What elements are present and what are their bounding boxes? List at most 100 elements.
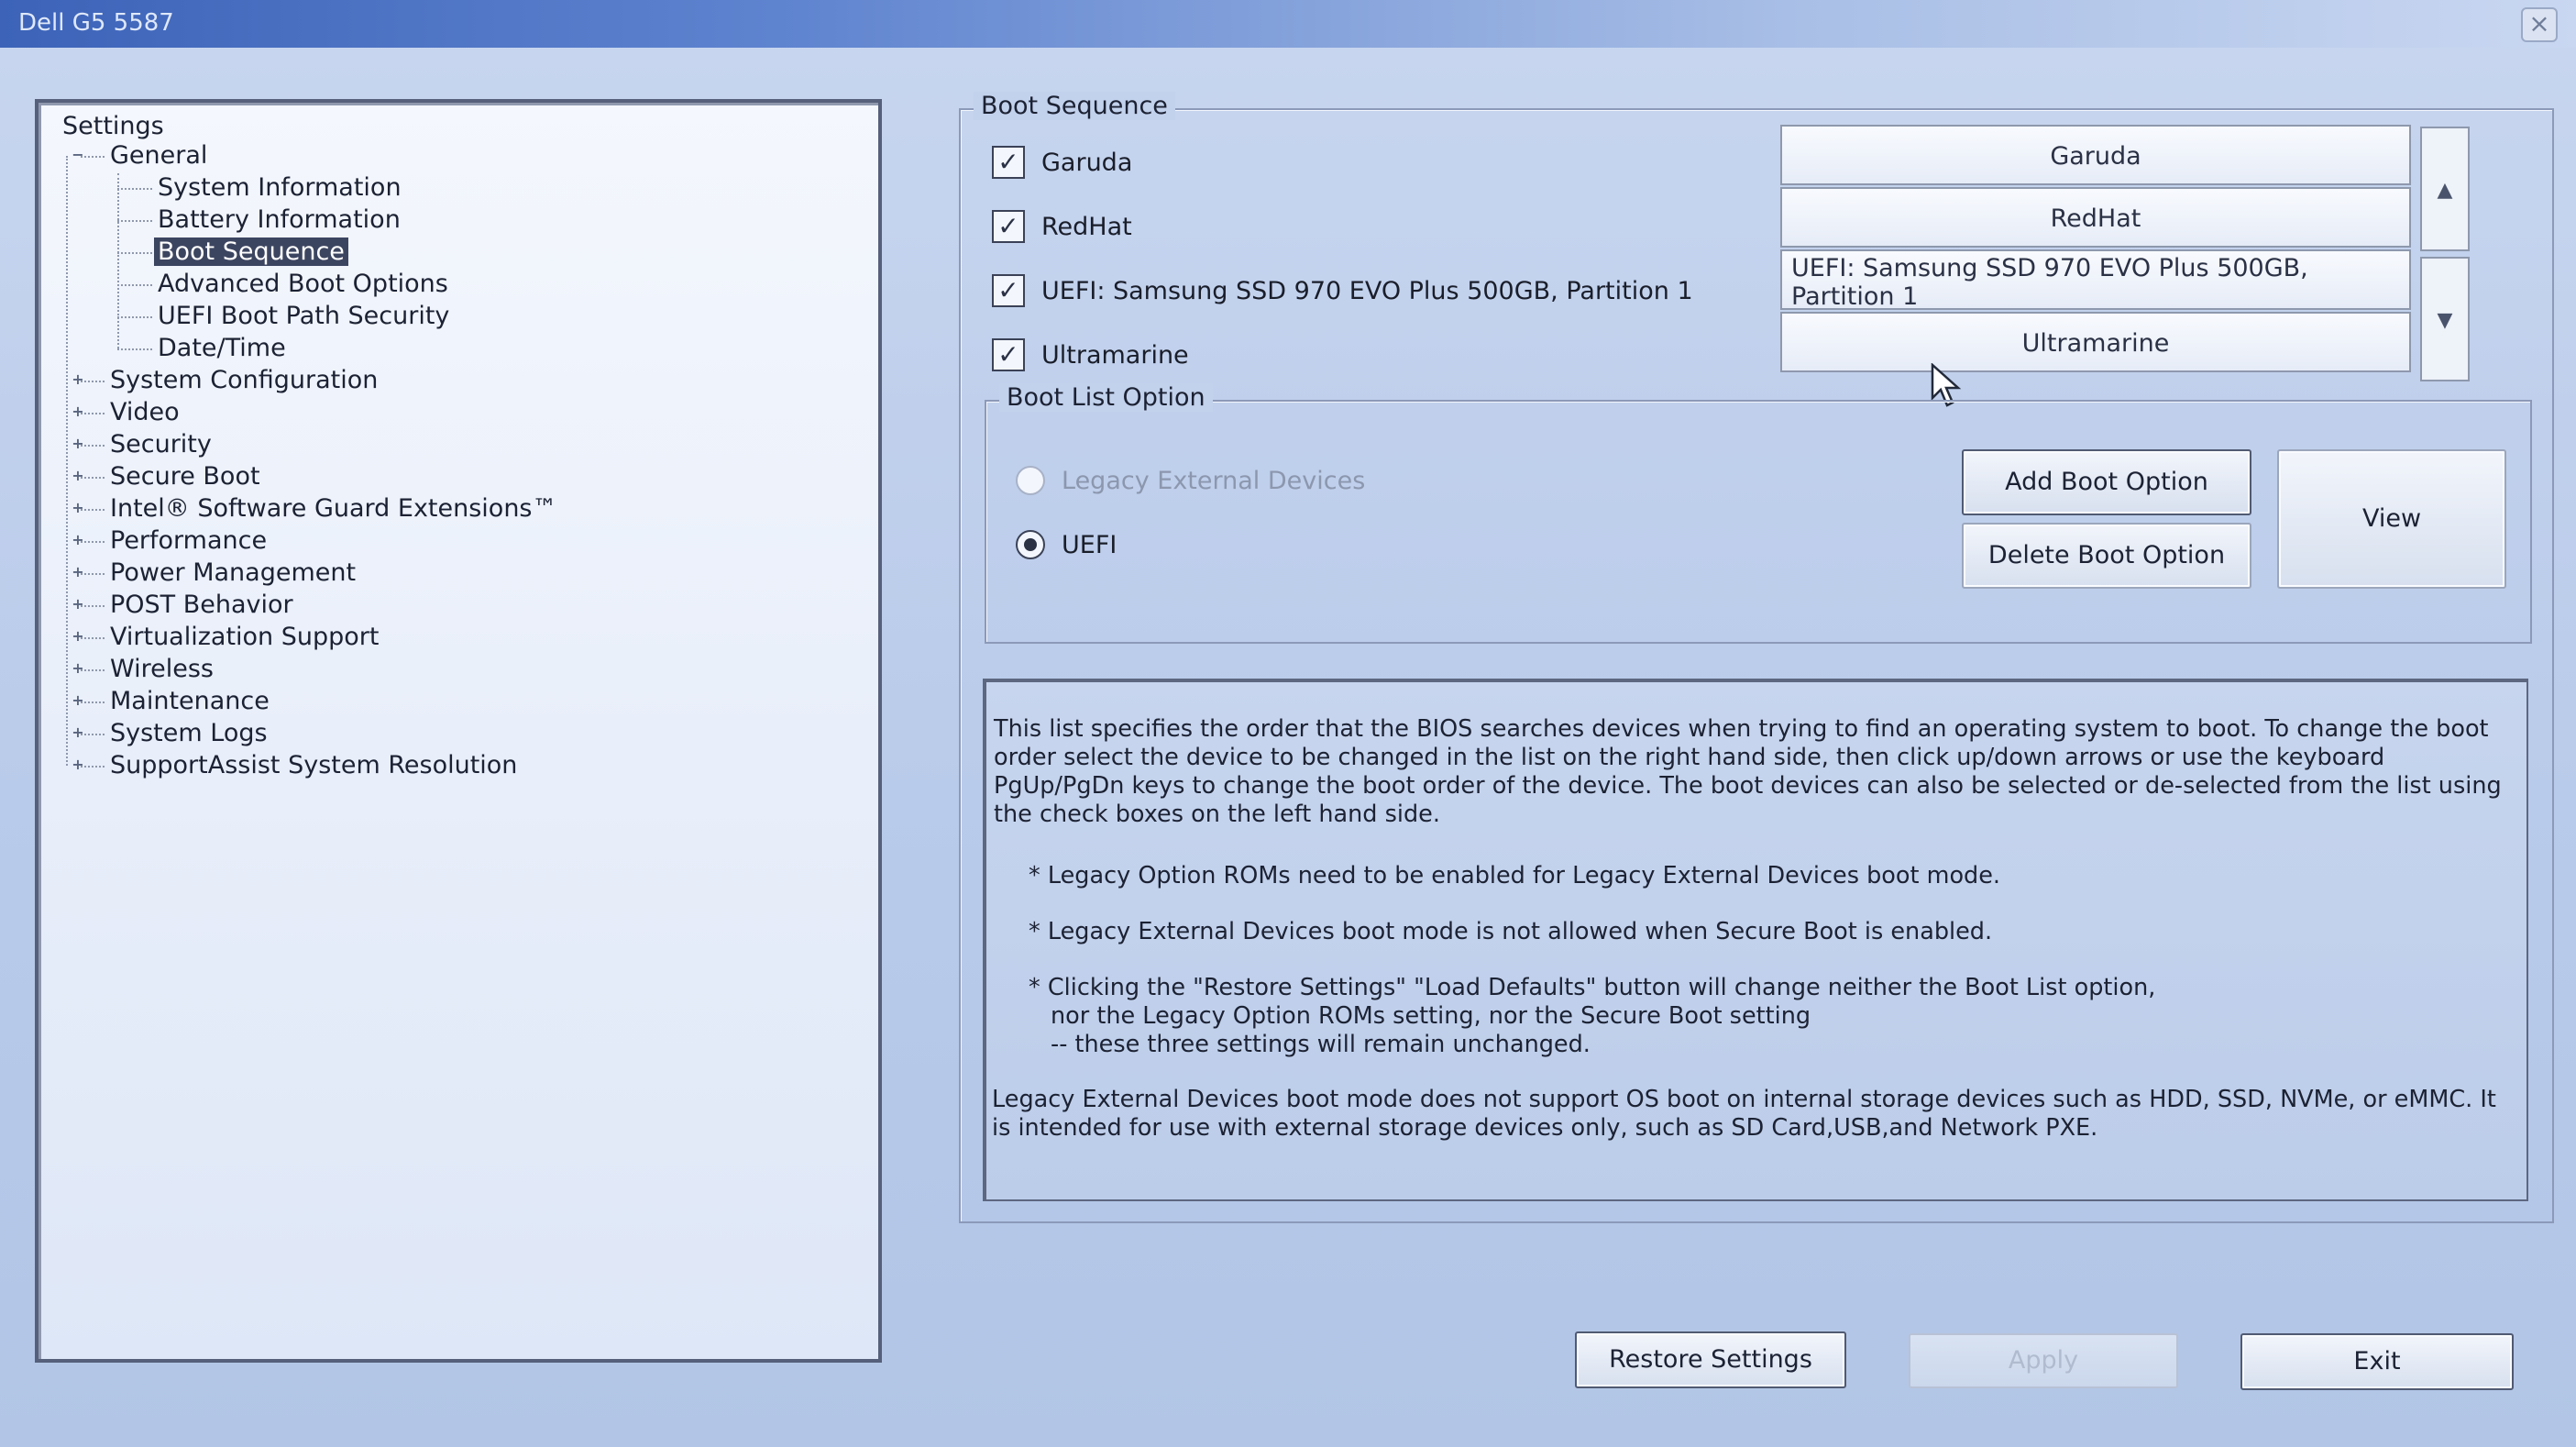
boot-order-item-label: Ultramarine bbox=[2021, 329, 2170, 358]
collapse-icon[interactable]: − bbox=[72, 148, 84, 162]
expand-icon[interactable]: + bbox=[72, 501, 84, 515]
help-description: This list specifies the order that the B… bbox=[983, 679, 2528, 1201]
boot-device-row[interactable]: ✓ RedHat bbox=[992, 209, 1132, 246]
expand-icon[interactable]: + bbox=[72, 404, 84, 419]
tree-connector bbox=[117, 220, 152, 222]
expand-icon[interactable]: + bbox=[72, 661, 84, 676]
tree-connector bbox=[81, 573, 105, 575]
check-icon: ✓ bbox=[997, 338, 1019, 370]
expand-icon[interactable]: + bbox=[72, 436, 84, 451]
boot-device-label: UEFI: Samsung SSD 970 EVO Plus 500GB, Pa… bbox=[1041, 277, 1693, 305]
boot-device-row[interactable]: ✓ Ultramarine bbox=[992, 337, 1189, 374]
tree-connector bbox=[117, 316, 152, 318]
tree-guide bbox=[117, 173, 119, 348]
tree-guide bbox=[66, 156, 68, 766]
tree-item-label: Security bbox=[110, 430, 212, 458]
exit-button[interactable]: Exit bbox=[2240, 1333, 2514, 1390]
boot-device-row[interactable]: ✓ Garuda bbox=[992, 145, 1132, 182]
move-down-button[interactable]: ▼ bbox=[2420, 257, 2470, 381]
tree-item-label: Advanced Boot Options bbox=[158, 270, 448, 298]
radio-button[interactable] bbox=[1016, 465, 1045, 495]
check-icon: ✓ bbox=[997, 210, 1019, 241]
boot-device-checkbox[interactable]: ✓ bbox=[992, 209, 1025, 243]
expand-icon[interactable]: + bbox=[72, 693, 84, 708]
expand-icon[interactable]: + bbox=[72, 629, 84, 644]
boot-device-row[interactable]: ✓ UEFI: Samsung SSD 970 EVO Plus 500GB, P… bbox=[992, 273, 1693, 310]
tree-item-battery-information[interactable]: Battery Information bbox=[158, 205, 401, 235]
tree-item-maintenance[interactable]: + Maintenance bbox=[72, 687, 270, 716]
boot-device-checkbox[interactable]: ✓ bbox=[992, 145, 1025, 179]
tree-item-system-configuration[interactable]: + System Configuration bbox=[72, 366, 379, 395]
apply-button[interactable]: Apply bbox=[1909, 1333, 2178, 1388]
tree-item-label: Power Management bbox=[110, 558, 357, 587]
boot-order-item[interactable]: Ultramarine bbox=[1780, 312, 2411, 372]
expand-icon[interactable]: + bbox=[72, 469, 84, 483]
radio-legacy-external-devices[interactable]: Legacy External Devices bbox=[1016, 463, 1365, 500]
tree-item-post-behavior[interactable]: + POST Behavior bbox=[72, 591, 293, 620]
boot-order-item-label: RedHat bbox=[2050, 204, 2141, 233]
tree-item-label: Video bbox=[110, 398, 180, 426]
tree-connector bbox=[81, 701, 105, 703]
tree-item-uefi-boot-path-security[interactable]: UEFI Boot Path Security bbox=[158, 302, 449, 331]
chevron-down-icon: ▼ bbox=[2437, 309, 2453, 332]
radio-button[interactable] bbox=[1016, 529, 1045, 559]
boot-device-checkbox[interactable]: ✓ bbox=[992, 337, 1025, 371]
chevron-up-icon: ▲ bbox=[2437, 179, 2453, 202]
tree-item-label: Maintenance bbox=[110, 687, 270, 715]
expand-icon[interactable]: + bbox=[72, 725, 84, 740]
tree-item-label: System Information bbox=[158, 173, 402, 202]
tree-item-label: System Logs bbox=[110, 719, 268, 747]
boot-order-item-label: UEFI: Samsung SSD 970 EVO Plus 500GB, Pa… bbox=[1791, 254, 2308, 311]
tree-connector bbox=[81, 669, 105, 671]
tree-item-wireless[interactable]: + Wireless bbox=[72, 655, 214, 684]
restore-settings-button[interactable]: Restore Settings bbox=[1575, 1331, 1846, 1388]
tree-item-general[interactable]: − General bbox=[72, 141, 207, 171]
expand-icon[interactable]: + bbox=[72, 565, 84, 580]
tree-item-label: Performance bbox=[110, 526, 268, 555]
close-icon: × bbox=[2528, 8, 2550, 39]
tree-item-performance[interactable]: + Performance bbox=[72, 526, 268, 556]
tree-connector bbox=[117, 188, 152, 190]
boot-order-list[interactable]: Garuda RedHat UEFI: Samsung SSD 970 EVO … bbox=[1780, 125, 2411, 374]
help-intro: This list specifies the order that the B… bbox=[994, 715, 2502, 828]
tree-connector bbox=[81, 445, 105, 447]
tree-connector bbox=[81, 541, 105, 543]
boot-device-label: RedHat bbox=[1041, 213, 1132, 241]
help-footer: Legacy External Devices boot mode does n… bbox=[992, 1086, 2496, 1142]
boot-order-item[interactable]: RedHat bbox=[1780, 187, 2411, 248]
expand-icon[interactable]: + bbox=[72, 533, 84, 547]
help-note-legacy-roms: * Legacy Option ROMs need to be enabled … bbox=[1029, 862, 2001, 889]
view-button[interactable]: View bbox=[2277, 449, 2506, 589]
boot-order-item[interactable]: Garuda bbox=[1780, 125, 2411, 185]
boot-order-item[interactable]: UEFI: Samsung SSD 970 EVO Plus 500GB, Pa… bbox=[1780, 249, 2411, 311]
radio-label: Legacy External Devices bbox=[1062, 467, 1366, 495]
check-icon: ✓ bbox=[997, 274, 1019, 305]
tree-item-secure-boot[interactable]: + Secure Boot bbox=[72, 462, 259, 492]
tree-item-intel-software-guard-extensions[interactable]: + Intel® Software Guard Extensions™ bbox=[72, 494, 556, 524]
tree-item-label: POST Behavior bbox=[110, 591, 293, 619]
tree-item-advanced-boot-options[interactable]: Advanced Boot Options bbox=[158, 270, 448, 299]
tree-item-virtualization-support[interactable]: + Virtualization Support bbox=[72, 623, 379, 652]
radio-uefi[interactable]: UEFI bbox=[1016, 527, 1117, 564]
boot-order-item-label: Garuda bbox=[2050, 142, 2141, 171]
tree-item-supportassist-system-resolution[interactable]: + SupportAssist System Resolution bbox=[72, 751, 517, 780]
tree-item-boot-sequence[interactable]: Boot Sequence bbox=[154, 237, 348, 267]
expand-icon[interactable]: + bbox=[72, 597, 84, 612]
boot-device-checkbox[interactable]: ✓ bbox=[992, 273, 1025, 307]
expand-icon[interactable]: + bbox=[72, 372, 84, 387]
title-bar: Dell G5 5587 × bbox=[0, 0, 2576, 48]
tree-item-system-logs[interactable]: + System Logs bbox=[72, 719, 268, 748]
tree-item-video[interactable]: + Video bbox=[72, 398, 180, 427]
expand-icon[interactable]: + bbox=[72, 757, 84, 772]
delete-boot-option-button[interactable]: Delete Boot Option bbox=[1962, 523, 2251, 589]
tree-item-label: System Configuration bbox=[110, 366, 379, 394]
tree-item-power-management[interactable]: + Power Management bbox=[72, 558, 357, 588]
add-boot-option-button[interactable]: Add Boot Option bbox=[1962, 449, 2251, 515]
move-up-button[interactable]: ▲ bbox=[2420, 127, 2470, 251]
tree-item-security[interactable]: + Security bbox=[72, 430, 212, 459]
tree-item-label: Battery Information bbox=[158, 205, 401, 234]
tree-connector bbox=[117, 284, 152, 286]
close-button[interactable]: × bbox=[2521, 7, 2558, 42]
tree-item-date-time[interactable]: Date/Time bbox=[158, 334, 286, 363]
tree-item-system-information[interactable]: System Information bbox=[158, 173, 402, 203]
